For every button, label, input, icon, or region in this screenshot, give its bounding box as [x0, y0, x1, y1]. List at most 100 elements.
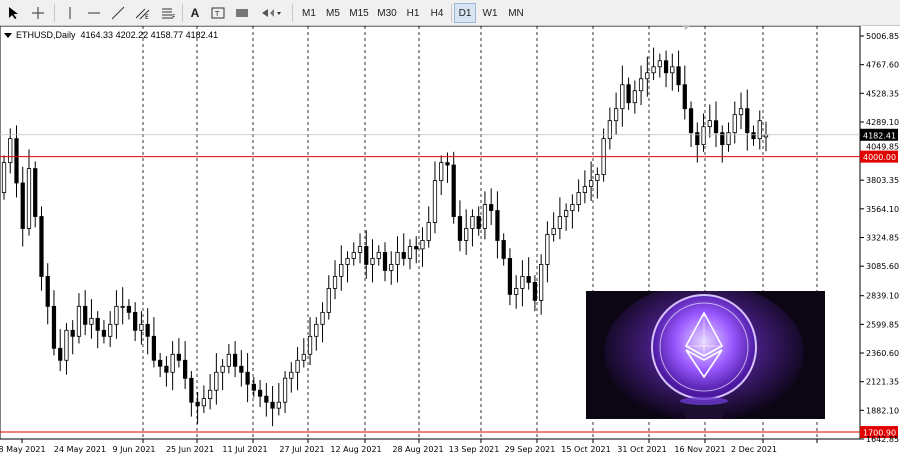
candle-body: [220, 365, 225, 373]
x-tick-label: 2 Dec 2021: [731, 445, 777, 454]
toolbar: E F A T M1 M5 M15 M30 H1 H4 D1 W1 MN: [0, 0, 900, 26]
crosshair-icon[interactable]: [28, 3, 48, 23]
candle-body: [45, 276, 50, 307]
candle-body: [663, 60, 669, 74]
candle-body: [688, 108, 694, 134]
candle-body: [489, 204, 494, 211]
x-tick-label: 16 Nov 2021: [674, 445, 725, 454]
candle-body: [564, 210, 569, 217]
candle-body: [613, 108, 619, 122]
candle-body: [101, 329, 107, 337]
candle-body: [670, 66, 675, 74]
candle-body: [320, 311, 325, 325]
y-tick-label: 4767.60: [866, 61, 899, 70]
candle-body: [83, 305, 88, 325]
candle-body: [1, 162, 7, 193]
candle-body: [414, 246, 419, 250]
candle-body: [145, 323, 150, 337]
candle-body: [738, 108, 744, 116]
candle-body: [301, 353, 306, 361]
candle-body: [432, 180, 438, 223]
text-label-icon[interactable]: T: [208, 3, 228, 23]
svg-text:F: F: [172, 14, 176, 20]
candle-body: [457, 216, 463, 241]
candle-body: [370, 258, 375, 265]
candle-body: [151, 335, 157, 361]
timeframe-m1-button[interactable]: M1: [298, 3, 320, 23]
candle-body: [557, 216, 563, 229]
candle-body: [289, 371, 294, 379]
candle-body: [451, 164, 456, 217]
y-tick-label: 2599.85: [866, 320, 899, 329]
candle-body: [607, 120, 612, 140]
candle-body: [582, 186, 587, 193]
timeframe-w1-button[interactable]: W1: [478, 3, 502, 23]
y-tick-label: 4049.85: [866, 143, 899, 152]
equidistant-channel-icon[interactable]: E: [132, 3, 154, 23]
symbol-label: ETHUSD,Daily: [16, 30, 76, 40]
y-tick-label: 2121.35: [866, 378, 899, 387]
candle-body: [501, 240, 506, 259]
candle-body: [588, 180, 594, 187]
candle-body: [33, 168, 38, 217]
candle-body: [745, 108, 750, 134]
svg-text:E: E: [145, 14, 149, 20]
candle-body: [707, 120, 712, 128]
candle-body: [682, 84, 687, 110]
candle-body: [638, 78, 644, 92]
candle-body: [189, 377, 194, 403]
fibonacci-icon[interactable]: F: [158, 3, 180, 23]
timeframe-h1-button[interactable]: H1: [402, 3, 424, 23]
timeframe-d1-button[interactable]: D1: [454, 3, 476, 23]
candle-body: [26, 168, 32, 229]
timeframe-h4-button[interactable]: H4: [426, 3, 448, 23]
candle-body: [295, 359, 300, 373]
candle-body: [382, 252, 388, 271]
rectangle-icon[interactable]: [232, 3, 252, 23]
x-tick-label: 8 May 2021: [0, 445, 46, 454]
candle-body: [133, 311, 138, 331]
text-tool-button[interactable]: A: [186, 3, 204, 23]
candle-body: [108, 323, 113, 337]
vertical-line-icon[interactable]: [60, 3, 80, 23]
candle-body: [651, 66, 656, 74]
candle-body: [420, 240, 425, 250]
candle-body: [8, 138, 13, 164]
candle-body: [14, 138, 19, 184]
timeframe-m30-button[interactable]: M30: [374, 3, 400, 23]
trendline-icon[interactable]: [108, 3, 128, 23]
timeframe-m15-button[interactable]: M15: [346, 3, 372, 23]
candle-body: [495, 210, 500, 241]
candle-body: [520, 276, 525, 289]
candle-body: [526, 276, 531, 283]
candle-body: [201, 398, 206, 407]
candle-body: [183, 359, 188, 379]
candle-body: [164, 365, 169, 373]
cursor-icon[interactable]: [4, 3, 24, 23]
candle-body: [713, 120, 719, 134]
y-tick-label: 2360.60: [866, 349, 899, 358]
x-tick-label: 12 Aug 2021: [330, 445, 381, 454]
candle-body: [51, 305, 57, 349]
candle-body: [389, 264, 394, 271]
candle-body: [232, 353, 238, 367]
candle-body: [70, 329, 75, 337]
candle-body: [470, 216, 475, 229]
arrows-dropdown-icon[interactable]: [258, 3, 284, 23]
candle-body: [58, 347, 63, 361]
candle-body: [376, 252, 381, 259]
horizontal-line-icon[interactable]: [84, 3, 104, 23]
timeframe-m5-button[interactable]: M5: [322, 3, 344, 23]
candle-body: [64, 329, 69, 361]
candle-body: [576, 192, 581, 205]
candle-body: [39, 216, 44, 277]
x-tick-label: 11 Jul 2021: [222, 445, 267, 454]
candle-body: [126, 305, 132, 313]
x-tick-label: 27 Jul 2021: [279, 445, 324, 454]
candle-body: [439, 162, 444, 181]
chart-info: ETHUSD,Daily 4164.33 4202.22 4158.77 418…: [4, 30, 218, 40]
x-tick-label: 9 Jun 2021: [112, 445, 155, 454]
timeframe-mn-button[interactable]: MN: [504, 3, 528, 23]
dropdown-triangle-icon: [4, 33, 12, 39]
candle-body: [339, 264, 344, 277]
